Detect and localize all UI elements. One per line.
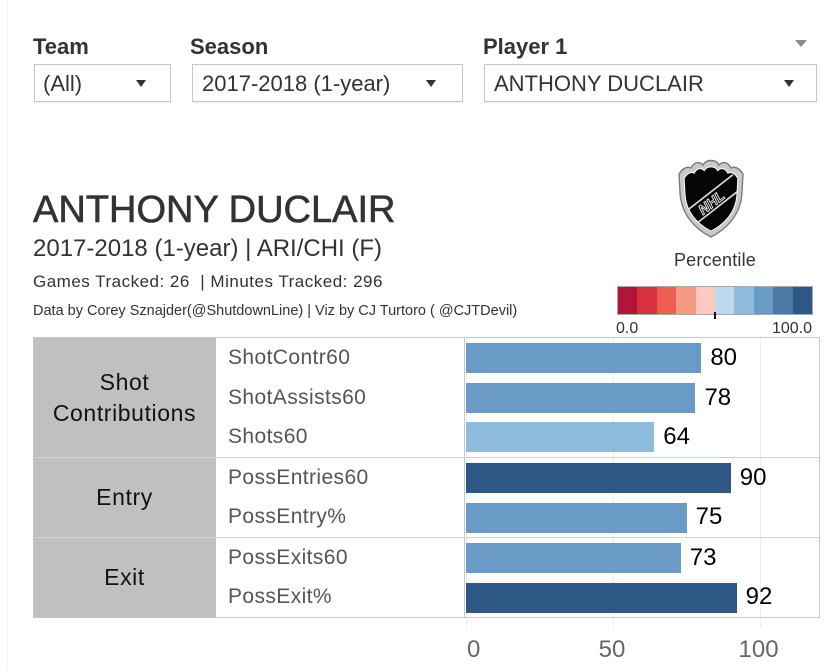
category-label: Exit	[33, 538, 216, 617]
filter-menu-caret-icon[interactable]	[795, 40, 807, 47]
group-exit: Exit PossExits60 73 PossExit% 92	[33, 537, 819, 617]
legend-swatch	[637, 287, 657, 314]
value-label: 73	[689, 543, 717, 571]
metric-row[interactable]: PossExits60 73	[216, 538, 819, 578]
metric-label: PossEntries60	[228, 465, 369, 489]
metric-label: PossExit%	[228, 585, 332, 609]
value-label: 75	[695, 503, 723, 531]
bar-cell: 64	[464, 417, 819, 458]
bar-shotassists60[interactable]	[466, 382, 696, 413]
team-dropdown-value: (All)	[43, 71, 83, 96]
player1-filter-label: Player 1	[483, 34, 568, 59]
caret-down-icon	[426, 80, 436, 87]
bar-cell: 73	[464, 538, 819, 578]
category-label: Shot Contributions	[33, 338, 216, 457]
player-name-title: ANTHONY DUCLAIR	[33, 189, 396, 231]
caret-down-icon	[784, 80, 794, 87]
bar-cell: 80	[464, 338, 819, 378]
metric-row[interactable]: PossEntry% 75	[216, 497, 819, 537]
bar-cell: 90	[464, 458, 819, 498]
metric-label: Shots60	[228, 425, 308, 449]
legend-swatch	[656, 287, 677, 314]
metric-label: ShotAssists60	[228, 385, 367, 409]
caret-down-icon	[136, 80, 146, 87]
percentile-color-legend	[617, 286, 813, 319]
page-left-border	[7, 0, 8, 670]
value-label: 64	[663, 423, 690, 451]
credits-line: Data by Corey Sznajder(@ShutdownLine) | …	[33, 303, 518, 319]
group-shot-contributions: Shot Contributions ShotContr60 80 ShotAs…	[33, 338, 819, 458]
legend-max-label: 100.0	[771, 320, 812, 337]
axis-tick-label: 50	[598, 636, 626, 663]
bar-possexit-pct[interactable]	[466, 582, 737, 613]
season-dropdown[interactable]: 2017-2018 (1-year)	[192, 64, 463, 102]
value-label: 80	[710, 343, 738, 371]
legend-swatch	[734, 287, 754, 314]
team-dropdown[interactable]: (All)	[34, 64, 171, 102]
metric-row[interactable]: ShotContr60 80	[216, 338, 819, 378]
bar-shots60[interactable]	[466, 422, 655, 453]
player1-dropdown[interactable]: ANTHONY DUCLAIR	[484, 64, 817, 102]
axis-tick	[466, 618, 467, 628]
bar-possentry-pct[interactable]	[466, 502, 687, 533]
metric-row[interactable]: Shots60 64	[216, 417, 819, 458]
axis-tick-label: 100	[738, 636, 779, 663]
category-label: Entry	[33, 458, 216, 537]
value-label: 90	[739, 463, 767, 491]
bar-cell: 75	[464, 497, 819, 537]
metric-row[interactable]: PossEntries60 90	[216, 458, 819, 498]
season-filter-label: Season	[190, 34, 269, 59]
bar-possexits60[interactable]	[466, 543, 681, 573]
season-dropdown-value: 2017-2018 (1-year)	[202, 71, 391, 96]
value-label: 78	[704, 383, 732, 411]
metric-row[interactable]: ShotAssists60 78	[216, 377, 819, 418]
legend-swatch	[676, 287, 696, 314]
legend-swatch	[715, 287, 735, 314]
metric-label: PossEntry%	[228, 505, 347, 529]
group-entry: Entry PossEntries60 90 PossEntry% 75	[33, 457, 819, 537]
legend-title: Percentile	[673, 250, 757, 270]
legend-swatch	[773, 287, 793, 314]
legend-center-marker	[714, 312, 716, 319]
x-axis: 0 50 100	[465, 618, 819, 670]
season-team-subtitle: 2017-2018 (1-year) | ARI/CHI (F)	[33, 235, 383, 262]
legend-min-label: 0.0	[616, 320, 639, 337]
metrics-table: Shot Contributions ShotContr60 80 ShotAs…	[33, 337, 820, 618]
axis-tick	[760, 618, 762, 628]
bar-shotcontr60[interactable]	[466, 343, 702, 373]
value-label: 92	[745, 583, 773, 611]
legend-swatch	[618, 287, 638, 314]
metric-label: ShotContr60	[228, 345, 351, 369]
legend-swatch	[792, 287, 813, 314]
nhl-shield-logo: NHL	[678, 159, 744, 238]
team-filter-label: Team	[33, 34, 89, 59]
bar-cell: 78	[464, 377, 819, 418]
legend-swatch	[695, 287, 716, 314]
player1-dropdown-value: ANTHONY DUCLAIR	[494, 71, 704, 96]
tracking-summary: Games Tracked: 26 | Minutes Tracked: 296	[33, 272, 383, 291]
metric-row[interactable]: PossExit% 92	[216, 577, 819, 617]
bar-possentries60[interactable]	[466, 463, 731, 493]
axis-tick-label: 0	[467, 636, 481, 663]
bar-cell: 92	[464, 577, 819, 617]
legend-swatch	[753, 287, 774, 314]
axis-tick	[613, 618, 615, 628]
metric-label: PossExits60	[228, 545, 348, 569]
